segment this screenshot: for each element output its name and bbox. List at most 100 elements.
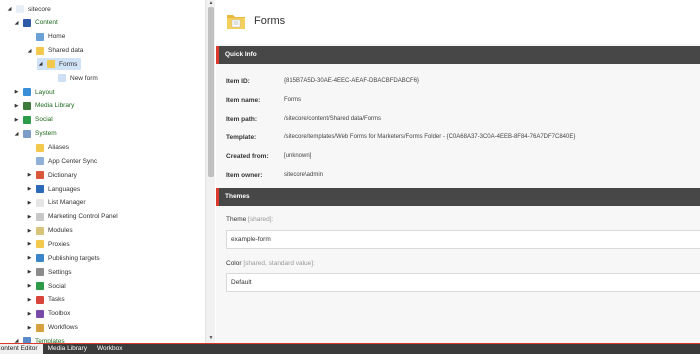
collapse-arrow-icon[interactable]: ◢ <box>13 335 20 343</box>
tree-item-label: Workflows <box>48 324 78 332</box>
languages-icon <box>36 185 44 194</box>
tree-item-proxies[interactable]: ▶ Proxies <box>26 238 70 250</box>
tree-item-workflows[interactable]: ▶ Workflows <box>26 322 78 334</box>
tab-media-library[interactable]: Media Library <box>43 344 92 354</box>
tree-item-templates[interactable]: ◢ Templates <box>13 335 65 343</box>
expand-arrow-icon[interactable]: ▶ <box>13 114 20 126</box>
scroll-up-icon[interactable]: ▲ <box>208 0 214 6</box>
tree-item-label: Media Library <box>35 102 75 110</box>
tree-item-media-library[interactable]: ▶ Media Library <box>13 100 74 112</box>
expand-arrow-icon[interactable]: ▶ <box>26 183 33 195</box>
tree-item-social[interactable]: ▶ Social <box>13 114 53 126</box>
quick-info-value: /sitecore/templates/Web Forms for Market… <box>284 134 576 140</box>
tree-item-marketing-control-panel[interactable]: ▶ Marketing Control Panel <box>26 211 118 223</box>
tree-item-dictionary[interactable]: ▶ Dictionary <box>26 169 77 181</box>
quick-info-value: {815B7A5D-30AE-4EEC-AEAF-DBACBFDABCF6} <box>284 78 420 84</box>
expand-arrow-icon[interactable]: ▶ <box>26 169 33 181</box>
tree-item-label: Publishing targets <box>48 254 100 262</box>
item-title: Forms <box>254 15 286 27</box>
tree-item-label: Social <box>35 116 53 124</box>
quick-info-key: Item path: <box>226 115 258 123</box>
page-icon <box>16 5 24 13</box>
tree-item-shared-data[interactable]: ◢ Shared data <box>26 45 83 57</box>
quick-info-row: Item ID: {815B7A5D-30AE-4EEC-AEAF-DBACBFD… <box>226 76 419 86</box>
tree-item-label: Proxies <box>48 240 70 248</box>
collapse-arrow-icon[interactable]: ◢ <box>26 45 33 57</box>
folder-icon <box>36 143 44 152</box>
tree-item-label: Forms <box>59 60 78 68</box>
expand-arrow-icon[interactable]: ▶ <box>26 280 33 292</box>
system-icon <box>23 129 31 138</box>
tree-item-system[interactable]: ◢ System <box>13 128 57 140</box>
tree-item-settings[interactable]: ▶ Settings <box>26 266 72 278</box>
tree-scrollbar[interactable]: ▲ ▼ <box>205 0 215 343</box>
expand-arrow-icon[interactable]: ▶ <box>26 225 33 237</box>
quick-info-row: Item path: /sitecore/content/Shared data/… <box>226 114 381 124</box>
content-tree: ◢ sitecore ◢ Content Home ◢ Shared data ◢ Forms N… <box>0 0 205 343</box>
form-icon <box>58 74 66 83</box>
tree-item-publishing-targets[interactable]: ▶ Publishing targets <box>26 252 100 264</box>
tree-item-tasks[interactable]: ▶ Tasks <box>26 294 65 306</box>
tree-item-label: Settings <box>48 268 72 276</box>
tree-item-label: Social <box>48 282 66 290</box>
tree-item-label: Toolbox <box>48 310 71 318</box>
expand-arrow-icon[interactable]: ▶ <box>13 100 20 112</box>
publishing-icon <box>36 254 44 263</box>
expand-arrow-icon[interactable]: ▶ <box>26 211 33 223</box>
tree-item-social[interactable]: ▶ Social <box>26 280 66 292</box>
tree-item-label: Tasks <box>48 296 65 304</box>
tree-item-home[interactable]: Home <box>26 31 65 43</box>
tab-content-editor[interactable]: Content Editor <box>0 344 43 354</box>
tree-item-forms[interactable]: ◢ Forms <box>37 58 82 71</box>
social-icon <box>23 115 31 124</box>
quick-info-row: Template: /sitecore/templates/Web Forms f… <box>226 132 575 142</box>
tree-item-label: Languages <box>48 185 81 193</box>
tree-item-languages[interactable]: ▶ Languages <box>26 183 80 195</box>
color-field-label: Color [shared, standard value]: <box>226 260 315 267</box>
tree-item-sitecore[interactable]: ◢ sitecore <box>6 3 51 15</box>
quick-info-value: [unknown] <box>284 153 312 159</box>
collapse-arrow-icon[interactable]: ◢ <box>6 3 13 15</box>
tab-workbox[interactable]: Workbox <box>92 344 128 354</box>
expand-arrow-icon[interactable]: ▶ <box>26 294 33 306</box>
scroll-down-icon[interactable]: ▼ <box>208 335 214 341</box>
quick-info-key: Item owner: <box>226 171 263 179</box>
social-icon <box>36 282 44 290</box>
tree-item-label: App Center Sync <box>48 157 98 165</box>
bottom-tab-bar: Content Editor Media Library Workbox <box>0 343 700 354</box>
quick-info-value: /sitecore/content/Shared data/Forms <box>284 116 382 122</box>
scrollbar-thumb[interactable] <box>208 7 214 177</box>
workflows-icon <box>36 323 44 332</box>
expand-arrow-icon[interactable]: ▶ <box>13 86 20 98</box>
collapse-arrow-icon[interactable]: ◢ <box>13 128 20 140</box>
quick-info-row: Item owner: sitecore\admin <box>226 170 323 180</box>
expand-arrow-icon[interactable]: ▶ <box>26 308 33 320</box>
quick-info-header[interactable]: Quick Info <box>216 46 700 64</box>
color-input[interactable]: Default <box>226 273 700 292</box>
expand-arrow-icon[interactable]: ▶ <box>26 266 33 278</box>
theme-input[interactable]: example-form <box>226 230 700 249</box>
quick-info-value: sitecore\admin <box>284 172 324 178</box>
tree-item-modules[interactable]: ▶ Modules <box>26 225 73 237</box>
tree-item-label: Aliases <box>48 144 69 151</box>
tree-item-app-center-sync[interactable]: App Center Sync <box>26 155 97 167</box>
list-icon <box>36 198 44 207</box>
tree-item-list-manager[interactable]: ▶ List Manager <box>26 197 86 209</box>
expand-arrow-icon[interactable]: ▶ <box>26 197 33 209</box>
tree-item-toolbox[interactable]: ▶ Toolbox <box>26 308 70 320</box>
collapse-arrow-icon[interactable]: ◢ <box>37 58 44 70</box>
tree-item-content[interactable]: ◢ Content <box>13 17 58 29</box>
expand-arrow-icon[interactable]: ▶ <box>26 252 33 264</box>
tree-item-aliases[interactable]: Aliases <box>26 142 69 154</box>
tree-item-label: Layout <box>35 88 55 96</box>
expand-arrow-icon[interactable]: ▶ <box>26 322 33 334</box>
themes-header[interactable]: Themes <box>216 188 700 206</box>
tree-item-label: Content <box>35 19 58 27</box>
collapse-arrow-icon[interactable]: ◢ <box>13 17 20 29</box>
expand-arrow-icon[interactable]: ▶ <box>26 238 33 250</box>
tree-item-layout[interactable]: ▶ Layout <box>13 86 55 98</box>
tree-item-new-form[interactable]: New form <box>48 72 98 84</box>
folder-icon <box>227 15 245 29</box>
